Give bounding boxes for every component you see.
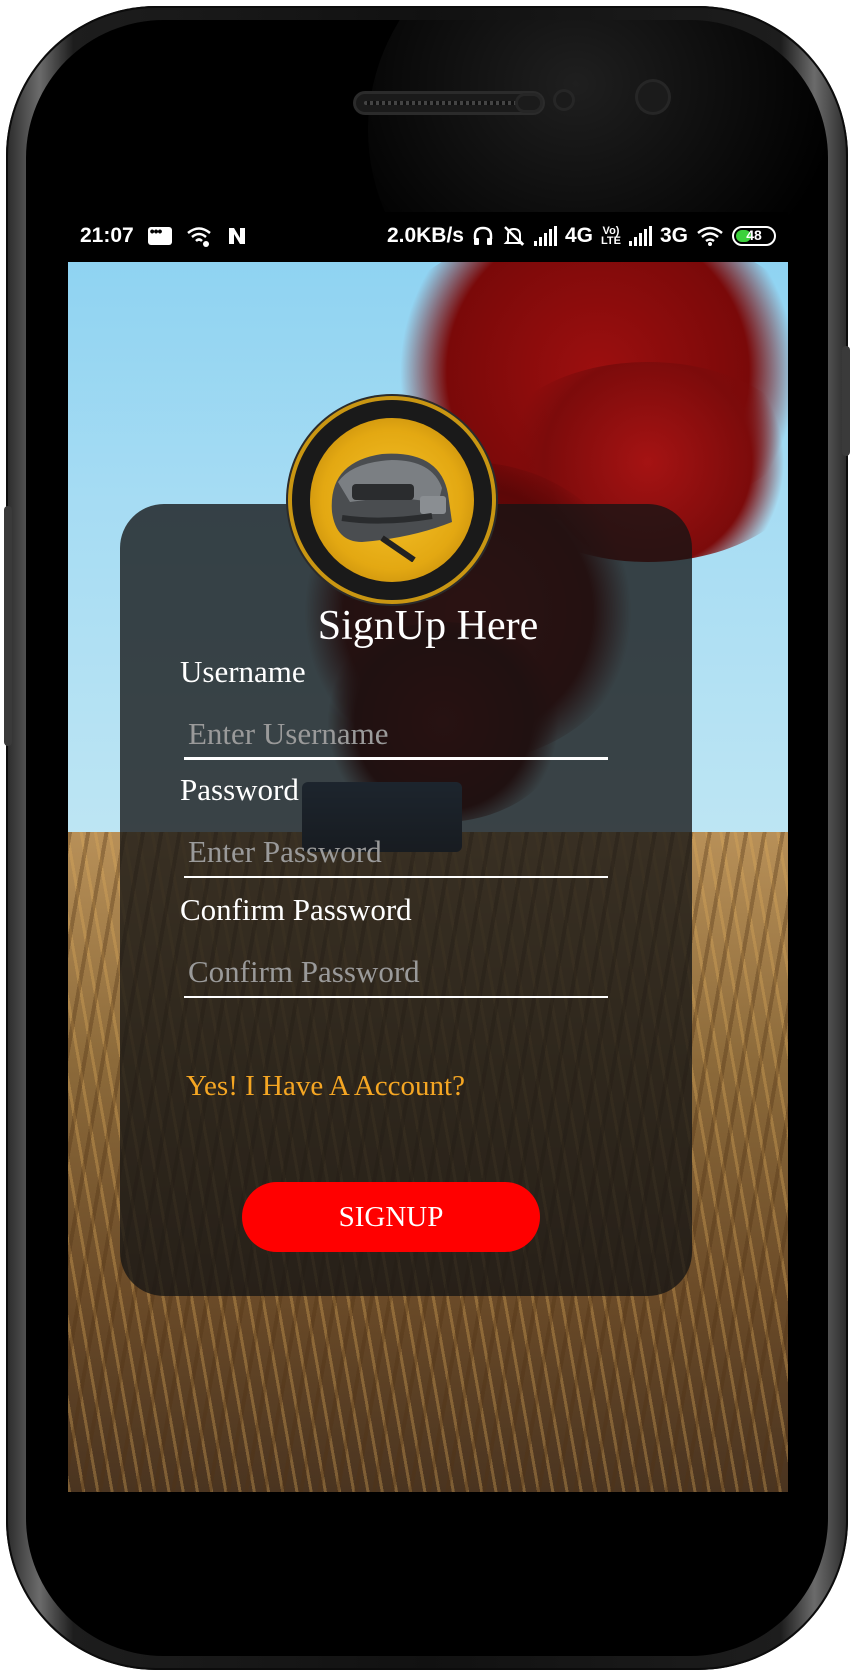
username-label: Username (180, 654, 306, 689)
wifi-calling-icon (186, 227, 211, 247)
helmet-icon (331, 453, 452, 562)
signup-button[interactable]: SIGNUP (242, 1182, 540, 1252)
signal-icon (534, 226, 557, 246)
power-button (4, 506, 12, 746)
app-screen: 21:07 2.0KB/s 4G (68, 212, 788, 1492)
signal-icon-2 (628, 226, 652, 246)
battery-icon: 48 (732, 226, 776, 246)
wifi-icon (697, 226, 723, 246)
headphones-icon (473, 226, 493, 245)
network-3g: 3G (659, 224, 688, 247)
background-image: SignUp Here Username Password Confirm Pa… (68, 262, 788, 1492)
password-input[interactable] (184, 828, 608, 878)
password-label: Password (180, 772, 299, 807)
proximity-sensor (518, 96, 540, 110)
volte-icon: Vo) LTE (601, 225, 621, 247)
confirm-password-input[interactable] (184, 948, 608, 998)
status-bar: 21:07 2.0KB/s 4G (68, 212, 788, 262)
earpiece-speaker (356, 94, 542, 112)
message-icon (147, 223, 172, 245)
mute-icon (503, 226, 525, 246)
page-title: SignUp Here (317, 603, 539, 649)
front-camera (638, 82, 668, 112)
app-logo (292, 400, 492, 600)
login-link[interactable]: Yes! I Have A Account? (186, 1070, 465, 1103)
volume-button (842, 346, 850, 456)
network-4g: 4G (565, 224, 594, 247)
network-speed: 2.0KB/s (386, 224, 464, 247)
battery-level: 48 (746, 227, 762, 243)
username-input[interactable] (184, 710, 608, 760)
light-sensor (556, 92, 572, 108)
confirm-password-label: Confirm Password (180, 892, 412, 927)
nfc-icon (228, 228, 245, 244)
status-time: 21:07 (80, 224, 134, 247)
